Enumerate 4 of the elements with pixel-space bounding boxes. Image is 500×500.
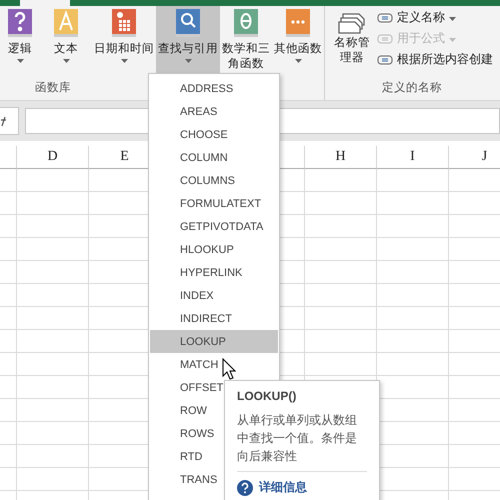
group-label: 定义的名称 (381, 80, 443, 96)
tooltip-description: 从单行或单列或从数组中查找一个值。条件是向后兼容性 (237, 411, 367, 472)
group-label: 函数库 (35, 80, 71, 96)
tooltip-title: LOOKUP() (237, 389, 298, 403)
